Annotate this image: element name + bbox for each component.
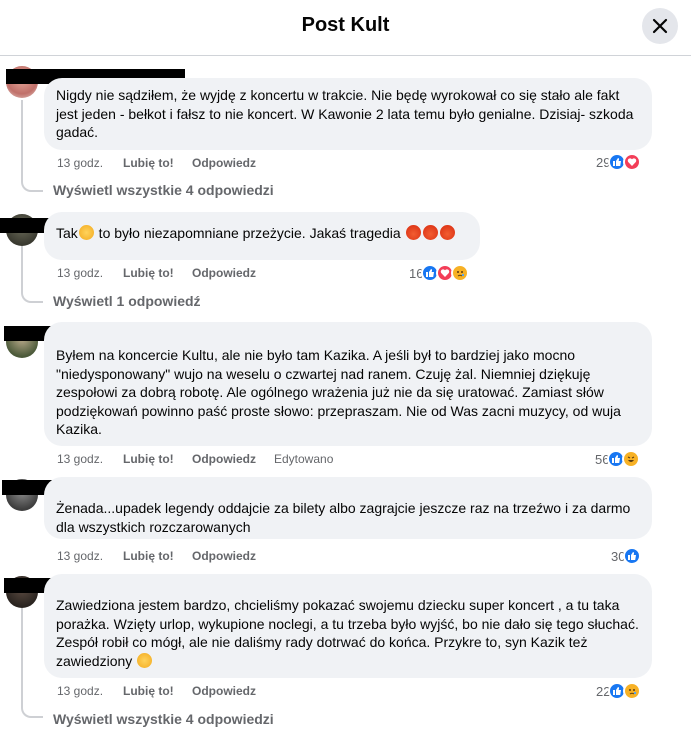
love-reaction-icon [623,153,642,171]
like-button[interactable]: Lubię to! [123,156,192,170]
comment-time[interactable]: 13 godz. [57,549,123,563]
comment-text: Żenada...upadek legendy oddajcie za bile… [56,500,631,535]
comment-text-part: Tak [56,225,78,241]
like-button[interactable]: Lubię to! [123,266,192,280]
reply-button[interactable]: Odpowiedz [192,549,274,563]
comment-text: Nigdy nie sądziłem, że wyjdę z koncertu … [56,87,634,140]
comment-time[interactable]: 13 godz. [57,156,123,170]
thread-connector [21,180,43,192]
reaction-summary[interactable]: 56 [595,450,641,468]
reaction-summary[interactable]: 22 [596,682,642,700]
reply-button[interactable]: Odpowiedz [192,684,274,698]
view-replies-link[interactable]: Wyświetl wszystkie 4 odpowiedzi [53,182,274,198]
angry-face-icon [439,225,455,240]
view-replies-link[interactable]: Wyświetl 1 odpowiedź [53,293,201,309]
view-replies-link[interactable]: Wyświetl wszystkie 4 odpowiedzi [53,711,274,727]
dialog-header: Post Kult [0,0,691,56]
thread-line [21,608,23,706]
like-button[interactable]: Lubię to! [123,684,192,698]
comment-actions: 13 godz. Lubię to! Odpowiedz [57,266,274,280]
comment-text: Tak to było niezapomniane przeżycie. Jak… [56,224,468,243]
close-button[interactable] [642,8,678,44]
thread-line [21,246,23,292]
haha-reaction-icon [622,450,641,468]
sad-reaction-icon [623,682,642,700]
angry-face-icon [405,225,421,240]
reaction-summary[interactable]: 16 [409,264,470,282]
thread-connector [21,706,43,718]
thread-line [21,100,23,180]
comment-actions: 13 godz. Lubię to! Odpowiedz Edytowano [57,452,333,466]
like-button[interactable]: Lubię to! [123,549,192,563]
comment-bubble: Tak to było niezapomniane przeżycie. Jak… [44,212,480,260]
pensive-face-icon [78,225,94,240]
edited-label[interactable]: Edytowano [274,452,333,466]
reply-button[interactable]: Odpowiedz [192,266,274,280]
sad-reaction-icon [451,264,470,282]
comment-time[interactable]: 13 godz. [57,452,123,466]
thread-connector [21,291,43,303]
reaction-summary[interactable]: 30 [611,547,642,565]
pensive-face-icon [137,652,153,668]
comment-bubble: Byłem na koncercie Kultu, ale nie było t… [44,322,652,446]
comment-time[interactable]: 13 godz. [57,266,123,280]
comment-bubble: Żenada...upadek legendy oddajcie za bile… [44,477,652,539]
reply-button[interactable]: Odpowiedz [192,156,274,170]
page-title: Post Kult [301,14,390,36]
comment-text: Byłem na koncercie Kultu, ale nie było t… [56,347,621,437]
comment-actions: 13 godz. Lubię to! Odpowiedz [57,549,274,563]
like-reaction-icon [623,547,642,565]
comment-actions: 13 godz. Lubię to! Odpowiedz [57,156,274,170]
reaction-summary[interactable]: 29 [596,153,642,171]
comment-bubble: Zawiedziona jestem bardzo, chcieliśmy po… [44,574,652,678]
close-icon [652,18,668,34]
like-button[interactable]: Lubię to! [123,452,192,466]
comment-text: Zawiedziona jestem bardzo, chcieliśmy po… [56,596,640,670]
comment-actions: 13 godz. Lubię to! Odpowiedz [57,684,274,698]
comment-text-part: to było niezapomniane przeżycie. Jakaś t… [94,225,405,241]
comment-time[interactable]: 13 godz. [57,684,123,698]
reply-button[interactable]: Odpowiedz [192,452,274,466]
comment-bubble: Nigdy nie sądziłem, że wyjdę z koncertu … [44,78,652,150]
angry-face-icon [422,225,438,240]
